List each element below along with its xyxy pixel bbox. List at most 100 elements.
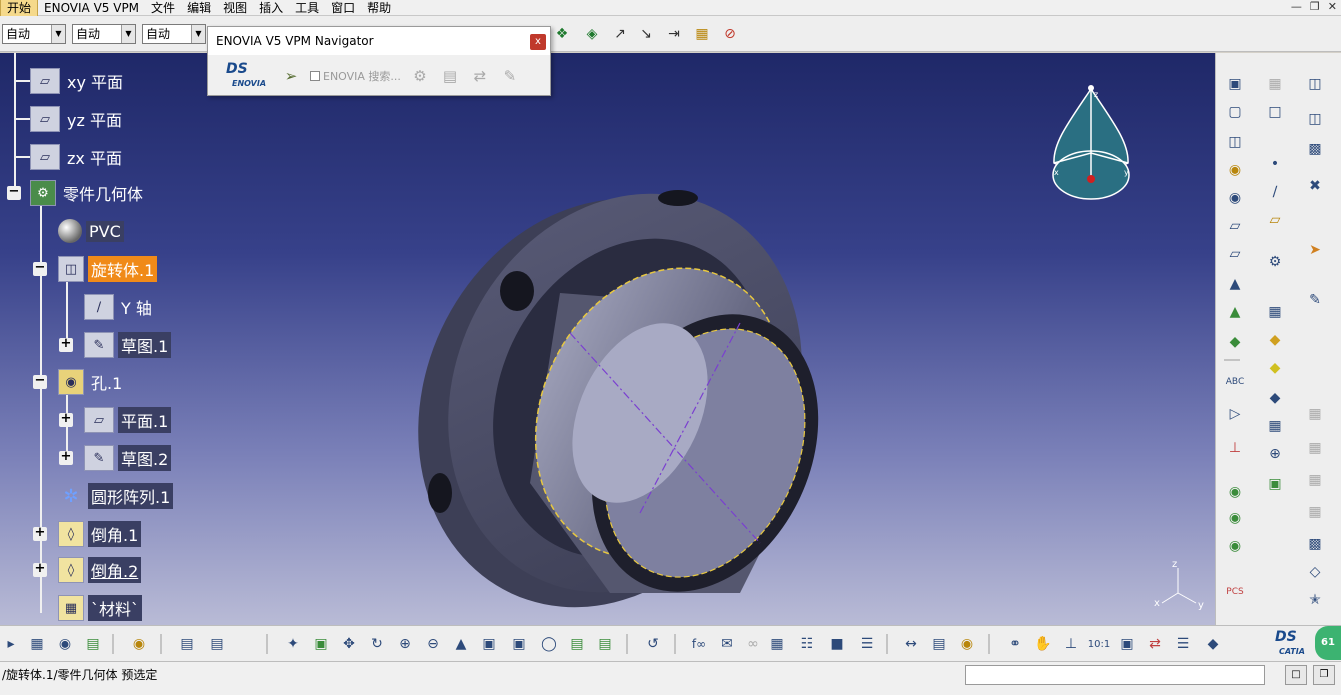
line-tool-icon[interactable]: ↘ <box>636 24 656 44</box>
table-icon[interactable]: ▦ <box>766 633 788 655</box>
collapse-icon[interactable]: − <box>33 374 47 389</box>
list-icon[interactable]: ☰ <box>856 633 878 655</box>
expand-icon[interactable]: + <box>33 562 47 577</box>
view-mode-icon[interactable]: ▣ <box>1116 633 1138 655</box>
tree-item-material[interactable]: PVC <box>58 217 124 245</box>
iso-view-icon[interactable]: ▣ <box>478 633 500 655</box>
gear-tool-icon[interactable]: ⚙ <box>1264 251 1286 273</box>
constraint-icon[interactable]: ⊥ <box>1224 437 1246 459</box>
shading-icon[interactable]: ◯ <box>538 633 560 655</box>
stack-edit-icon[interactable]: ▤ <box>206 633 228 655</box>
pattern-icon[interactable]: ▩ <box>1304 138 1326 160</box>
analysis-icon[interactable]: ⇄ <box>1144 633 1166 655</box>
axis-system-icon[interactable]: ⊕ <box>1264 443 1286 465</box>
shell-icon[interactable]: □ <box>1264 101 1286 123</box>
update-icon[interactable]: ↺ <box>642 633 664 655</box>
chevron-down-icon[interactable]: ▼ <box>121 25 135 43</box>
thickness-icon[interactable]: ◆ <box>1264 387 1286 409</box>
weight-icon[interactable]: ◉ <box>956 633 978 655</box>
intersect-icon[interactable]: ▦ <box>1304 469 1326 491</box>
menu-tools[interactable]: 工具 <box>289 0 325 16</box>
window-tile-icon[interactable]: □ <box>1285 665 1307 685</box>
close-icon[interactable]: ✕ <box>1328 0 1337 13</box>
no-entry-icon[interactable]: ⊘ <box>720 24 740 44</box>
connect-icon[interactable]: ➢ <box>280 65 302 87</box>
rectangle-pattern-icon[interactable]: ◇ <box>1304 561 1326 583</box>
select-arrow-icon[interactable]: ➤ <box>1304 239 1326 261</box>
eraser-icon[interactable]: ◆ <box>1202 633 1224 655</box>
boolean-icon[interactable]: ▦ <box>1264 415 1286 437</box>
removed-multi-section-icon[interactable]: ▲ <box>1224 301 1246 323</box>
minimize-icon[interactable]: — <box>1291 0 1302 13</box>
menu-help[interactable]: 帮助 <box>361 0 397 16</box>
sketch-tool-icon[interactable]: ✎ <box>1304 289 1326 311</box>
menu-edit[interactable]: 编辑 <box>181 0 217 16</box>
user-pattern-icon[interactable]: ✭ <box>1304 589 1326 611</box>
tree-item-circular-pattern[interactable]: ✲ 圆形阵列.1 <box>58 482 174 510</box>
measure-tool-icon[interactable]: ▷ <box>1224 403 1246 425</box>
map-icon[interactable]: ▦ <box>26 633 48 655</box>
rotate-icon[interactable]: ↻ <box>366 633 388 655</box>
swap-space-icon[interactable]: ▤ <box>594 633 616 655</box>
line-icon[interactable]: ∕ <box>1264 181 1286 203</box>
checkbox-icon[interactable] <box>310 71 320 81</box>
window-cascade-icon[interactable]: ❐ <box>1313 665 1335 685</box>
tree-item-materials[interactable]: ▦ `材料` <box>58 594 143 622</box>
plane-tool-icon[interactable]: ▱ <box>1264 209 1286 231</box>
collapse-icon[interactable]: − <box>7 185 21 200</box>
expand-icon[interactable]: + <box>59 450 73 465</box>
hide-show-icon[interactable]: ▤ <box>566 633 588 655</box>
pad-icon[interactable]: ▣ <box>1224 73 1246 95</box>
zoom-out-icon[interactable]: ⊖ <box>422 633 444 655</box>
render-icon[interactable]: ◉ <box>1224 481 1246 503</box>
sync-icon[interactable]: ⇄ <box>469 65 491 87</box>
multi-section-icon[interactable]: ▲ <box>1224 273 1246 295</box>
tree-item-hole-1[interactable]: ◉ 孔.1 <box>58 368 125 396</box>
expand-icon[interactable]: + <box>59 337 73 352</box>
tree-item-yz-plane[interactable]: ▱ yz 平面 <box>30 105 125 133</box>
union-icon[interactable]: ▦ <box>1304 437 1326 459</box>
notification-badge[interactable]: 61 <box>1315 626 1341 660</box>
open-icon[interactable]: ▸ <box>0 633 22 655</box>
shaft-tool-icon[interactable]: ◫ <box>1224 131 1246 153</box>
menu-insert[interactable]: 插入 <box>253 0 289 16</box>
tree-item-chamfer-1[interactable]: ◊ 倒角.1 <box>58 520 142 548</box>
settings-icon[interactable]: ⚙ <box>409 65 431 87</box>
edit-icon[interactable]: ✎ <box>499 65 521 87</box>
normal-view-icon[interactable]: ▲ <box>450 633 472 655</box>
pointer-tool-icon[interactable]: ↗ <box>610 24 630 44</box>
chevron-down-icon[interactable]: ▼ <box>191 25 205 43</box>
hand-icon[interactable]: ✋ <box>1032 633 1054 655</box>
3d-viewport[interactable]: ▱ xy 平面 ▱ yz 平面 ▱ zx 平面 − ⚙ 零件几何体 PVC − <box>0 53 1215 625</box>
paint-icon[interactable]: ◉ <box>128 633 150 655</box>
stack-icon[interactable]: ▤ <box>176 633 198 655</box>
collapse-icon[interactable]: − <box>33 261 47 276</box>
measure-icon[interactable]: ◈ <box>582 24 602 44</box>
grid-icon[interactable]: ▩ <box>1304 533 1326 555</box>
fillet-icon[interactable]: ◆ <box>1224 331 1246 353</box>
menu-enovia[interactable]: ENOVIA V5 VPM <box>38 0 145 16</box>
ruler-icon[interactable]: ▦ <box>692 24 712 44</box>
zoom-in-icon[interactable]: ⊕ <box>394 633 416 655</box>
list-view-icon[interactable]: ☰ <box>1172 633 1194 655</box>
tree-item-xy-plane[interactable]: ▱ xy 平面 <box>30 67 126 95</box>
fit-all-icon[interactable]: ▣ <box>310 633 332 655</box>
assembly-icon[interactable]: ▦ <box>1304 403 1326 425</box>
rib-icon[interactable]: ▱ <box>1224 215 1246 237</box>
linetype-combo[interactable]: 自动 ▼ <box>72 24 136 44</box>
catalog-icon[interactable]: ▤ <box>928 633 950 655</box>
layers-icon[interactable]: ▤ <box>82 633 104 655</box>
slot-icon[interactable]: ▱ <box>1224 243 1246 265</box>
measure-distance-icon[interactable]: ↔ <box>900 633 922 655</box>
view-cube-icon[interactable]: ▣ <box>508 633 530 655</box>
menu-window[interactable]: 窗口 <box>325 0 361 16</box>
pocket-icon[interactable]: ▢ <box>1224 101 1246 123</box>
link-icon[interactable]: ∞ <box>742 633 764 655</box>
tree-item-sketch-2[interactable]: ✎ 草图.2 <box>84 444 172 472</box>
apply-material-icon[interactable]: ◉ <box>1224 535 1246 557</box>
translate-icon[interactable]: ◫ <box>1304 73 1326 95</box>
point-icon[interactable]: • <box>1264 153 1286 175</box>
close-icon[interactable]: x <box>530 34 546 50</box>
command-input[interactable] <box>965 665 1265 685</box>
enovia-logo-icon[interactable]: DS ENOVIA <box>222 61 272 91</box>
